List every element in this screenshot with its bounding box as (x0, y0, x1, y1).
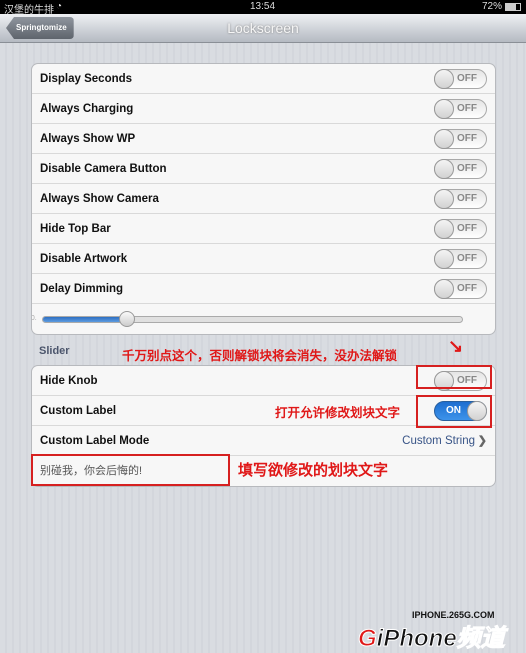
row-label: Hide Top Bar (40, 223, 111, 235)
toggle-knob (434, 69, 454, 89)
toggle-switch[interactable]: OFF (434, 129, 487, 149)
toggle-switch[interactable]: OFF (434, 249, 487, 269)
toggle-knob (434, 249, 454, 269)
wifi-icon: ◔ (56, 1, 63, 12)
toggle-switch[interactable]: OFF (434, 189, 487, 209)
annotation-fill: 填写欲修改的划块文字 (238, 462, 389, 479)
toggle-row: Always Show Camera OFF (32, 184, 495, 214)
row-label: Hide Knob (40, 375, 98, 387)
highlight-box (31, 454, 230, 486)
toggle-knob (434, 159, 454, 179)
row-label: Always Show Camera (40, 193, 159, 205)
slider-label: 10. (31, 315, 37, 322)
slider-row: 10. (32, 304, 495, 334)
toggle-row: Delay Dimming OFF (32, 274, 495, 304)
highlight-box (416, 395, 492, 428)
row-label: Display Seconds (40, 73, 133, 85)
battery-icon (505, 3, 521, 11)
toggle-row: Disable Artwork OFF (32, 244, 495, 274)
toggle-switch[interactable]: OFF (434, 159, 487, 179)
toggle-switch[interactable]: OFF (434, 279, 487, 299)
slider-fill (43, 317, 127, 322)
chevron-right-icon: ❯ (477, 435, 487, 447)
toggle-knob (434, 279, 454, 299)
toggle-knob (434, 129, 454, 149)
row-label: Always Show WP (40, 133, 136, 145)
toggle-state: OFF (457, 163, 477, 174)
toggle-switch[interactable]: OFF (434, 219, 487, 239)
status-bar: 汉堡的牛排 ◔ 13:54 72% (0, 0, 526, 16)
toggle-state: OFF (457, 223, 477, 234)
row-label: Custom Label (40, 405, 117, 417)
lockscreen-options: Display Seconds OFF Always Charging OFF Alwa… (31, 63, 496, 335)
toggle-state: OFF (457, 133, 477, 144)
watermark-logo: GiPhone频道 (358, 625, 506, 653)
toggle-knob (434, 99, 454, 119)
toggle-state: OFF (457, 283, 477, 294)
custom-label-mode-value: Custom String (402, 435, 475, 447)
battery-percent: 72% (481, 1, 502, 12)
section-header-slider: Slider (39, 345, 70, 357)
annotation-warning: 千万别点这个，否则解锁块将会消失，没办法解锁 (122, 349, 398, 363)
row-label: Custom Label Mode (40, 435, 150, 447)
toggle-switch[interactable]: OFF (434, 99, 487, 119)
custom-label-mode-row[interactable]: Custom Label Mode Custom String ❯ (32, 426, 495, 456)
row-label: Disable Camera Button (40, 163, 167, 175)
toggle-state: OFF (457, 193, 477, 204)
toggle-knob (434, 219, 454, 239)
toggle-row: Disable Camera Button OFF (32, 154, 495, 184)
toggle-knob (434, 189, 454, 209)
annotation-enable: 打开允许修改划块文字 (275, 406, 401, 420)
row-label: Always Charging (40, 103, 134, 115)
toggle-row: Display Seconds OFF (32, 64, 495, 94)
time: 13:54 (250, 1, 276, 12)
arrow-annotation: ↘ (448, 336, 464, 356)
page-title: Lockscreen (227, 20, 299, 36)
toggle-row: Hide Top Bar OFF (32, 214, 495, 244)
toggle-state: OFF (457, 103, 477, 114)
row-label: Delay Dimming (40, 283, 124, 295)
nav-bar: Springtomize Lockscreen (0, 14, 526, 43)
slider-track[interactable] (42, 311, 463, 327)
highlight-box (416, 365, 492, 389)
toggle-row: Always Charging OFF (32, 94, 495, 124)
toggle-state: OFF (457, 253, 477, 264)
slider-thumb[interactable] (118, 311, 135, 327)
toggle-switch[interactable]: OFF (434, 69, 487, 89)
toggle-row: Always Show WP OFF (32, 124, 495, 154)
toggle-state: OFF (457, 73, 477, 84)
row-label: Disable Artwork (40, 253, 128, 265)
